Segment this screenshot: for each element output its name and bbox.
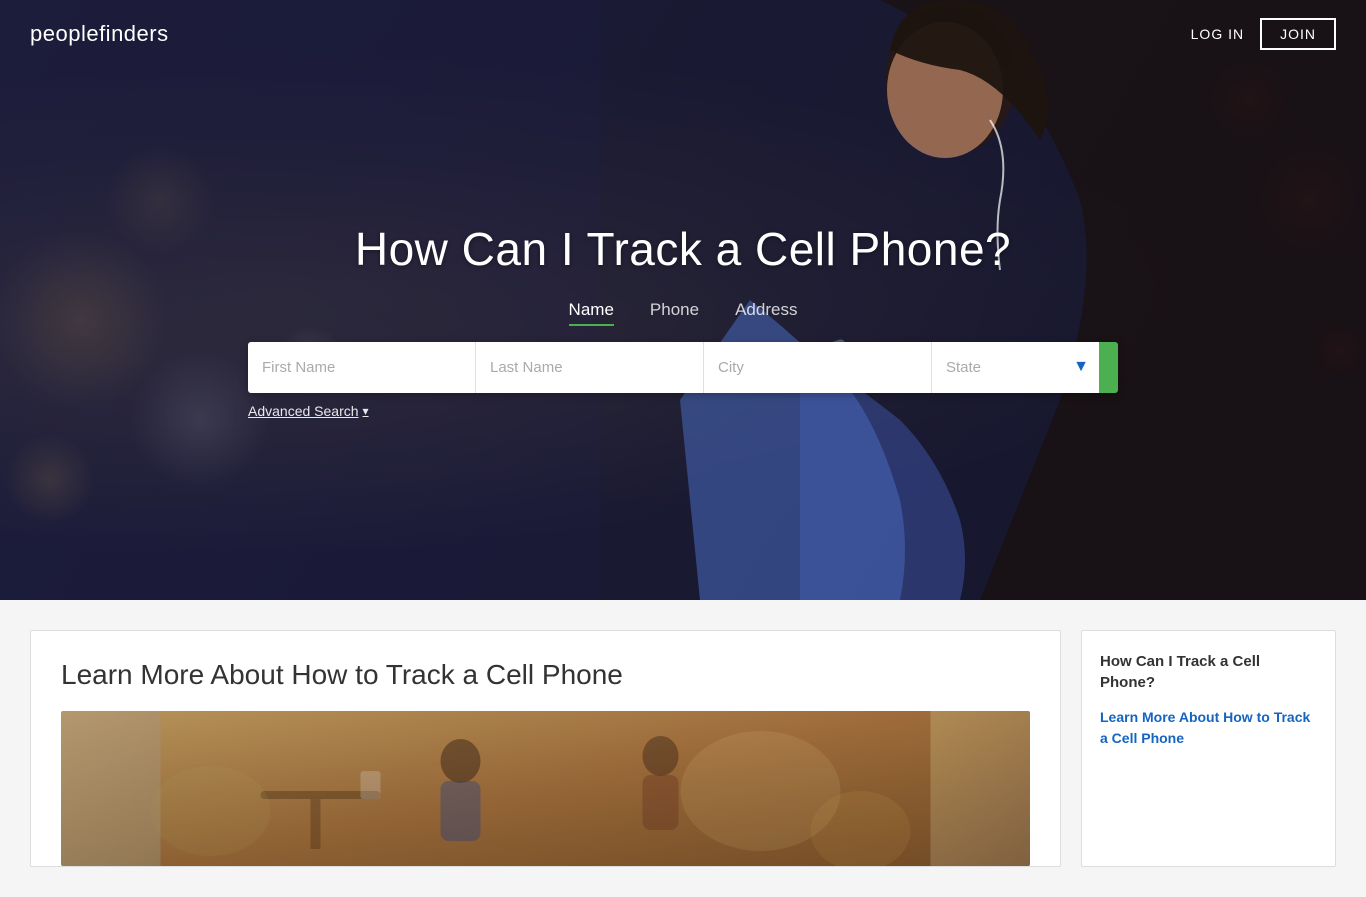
lower-section: Learn More About How to Track a Cell Pho… — [0, 600, 1366, 897]
advanced-search-label: Advanced Search — [248, 403, 359, 419]
header-nav: LOG IN JOIN — [1191, 18, 1336, 50]
logo: peoplefinders — [30, 21, 169, 47]
hero-title: How Can I Track a Cell Phone? — [355, 222, 1011, 276]
advanced-search-chevron-icon: ▾ — [363, 404, 369, 418]
state-select[interactable]: State AL AK AZ AR CA CO CT FL GA NY TX — [946, 359, 1089, 376]
city-input[interactable] — [703, 342, 931, 393]
join-button[interactable]: JOIN — [1260, 18, 1336, 50]
login-button[interactable]: LOG IN — [1191, 26, 1244, 42]
sidebar-card-link[interactable]: Learn More About How to Track a Cell Pho… — [1100, 709, 1310, 746]
header: peoplefinders LOG IN JOIN — [0, 0, 1366, 68]
main-card-image — [61, 711, 1030, 866]
tab-phone[interactable]: Phone — [650, 300, 699, 326]
main-card-title: Learn More About How to Track a Cell Pho… — [61, 659, 1030, 691]
sidebar-card-title: How Can I Track a Cell Phone? — [1100, 651, 1317, 693]
image-overlay — [61, 711, 1030, 866]
last-name-input[interactable] — [475, 342, 703, 393]
search-button[interactable]: Search — [1099, 342, 1118, 393]
advanced-search-link[interactable]: Advanced Search ▾ — [248, 403, 369, 419]
tab-address[interactable]: Address — [735, 300, 797, 326]
hero-section: How Can I Track a Cell Phone? Name Phone… — [0, 0, 1366, 600]
main-article-card: Learn More About How to Track a Cell Pho… — [30, 630, 1061, 867]
sidebar-card: How Can I Track a Cell Phone? Learn More… — [1081, 630, 1336, 867]
search-tabs: Name Phone Address — [569, 300, 798, 326]
first-name-input[interactable] — [248, 342, 475, 393]
tab-name[interactable]: Name — [569, 300, 614, 326]
search-bar: State AL AK AZ AR CA CO CT FL GA NY TX ▼… — [248, 342, 1118, 393]
hero-content: How Can I Track a Cell Phone? Name Phone… — [0, 182, 1366, 419]
state-select-wrap: State AL AK AZ AR CA CO CT FL GA NY TX ▼ — [931, 342, 1099, 393]
